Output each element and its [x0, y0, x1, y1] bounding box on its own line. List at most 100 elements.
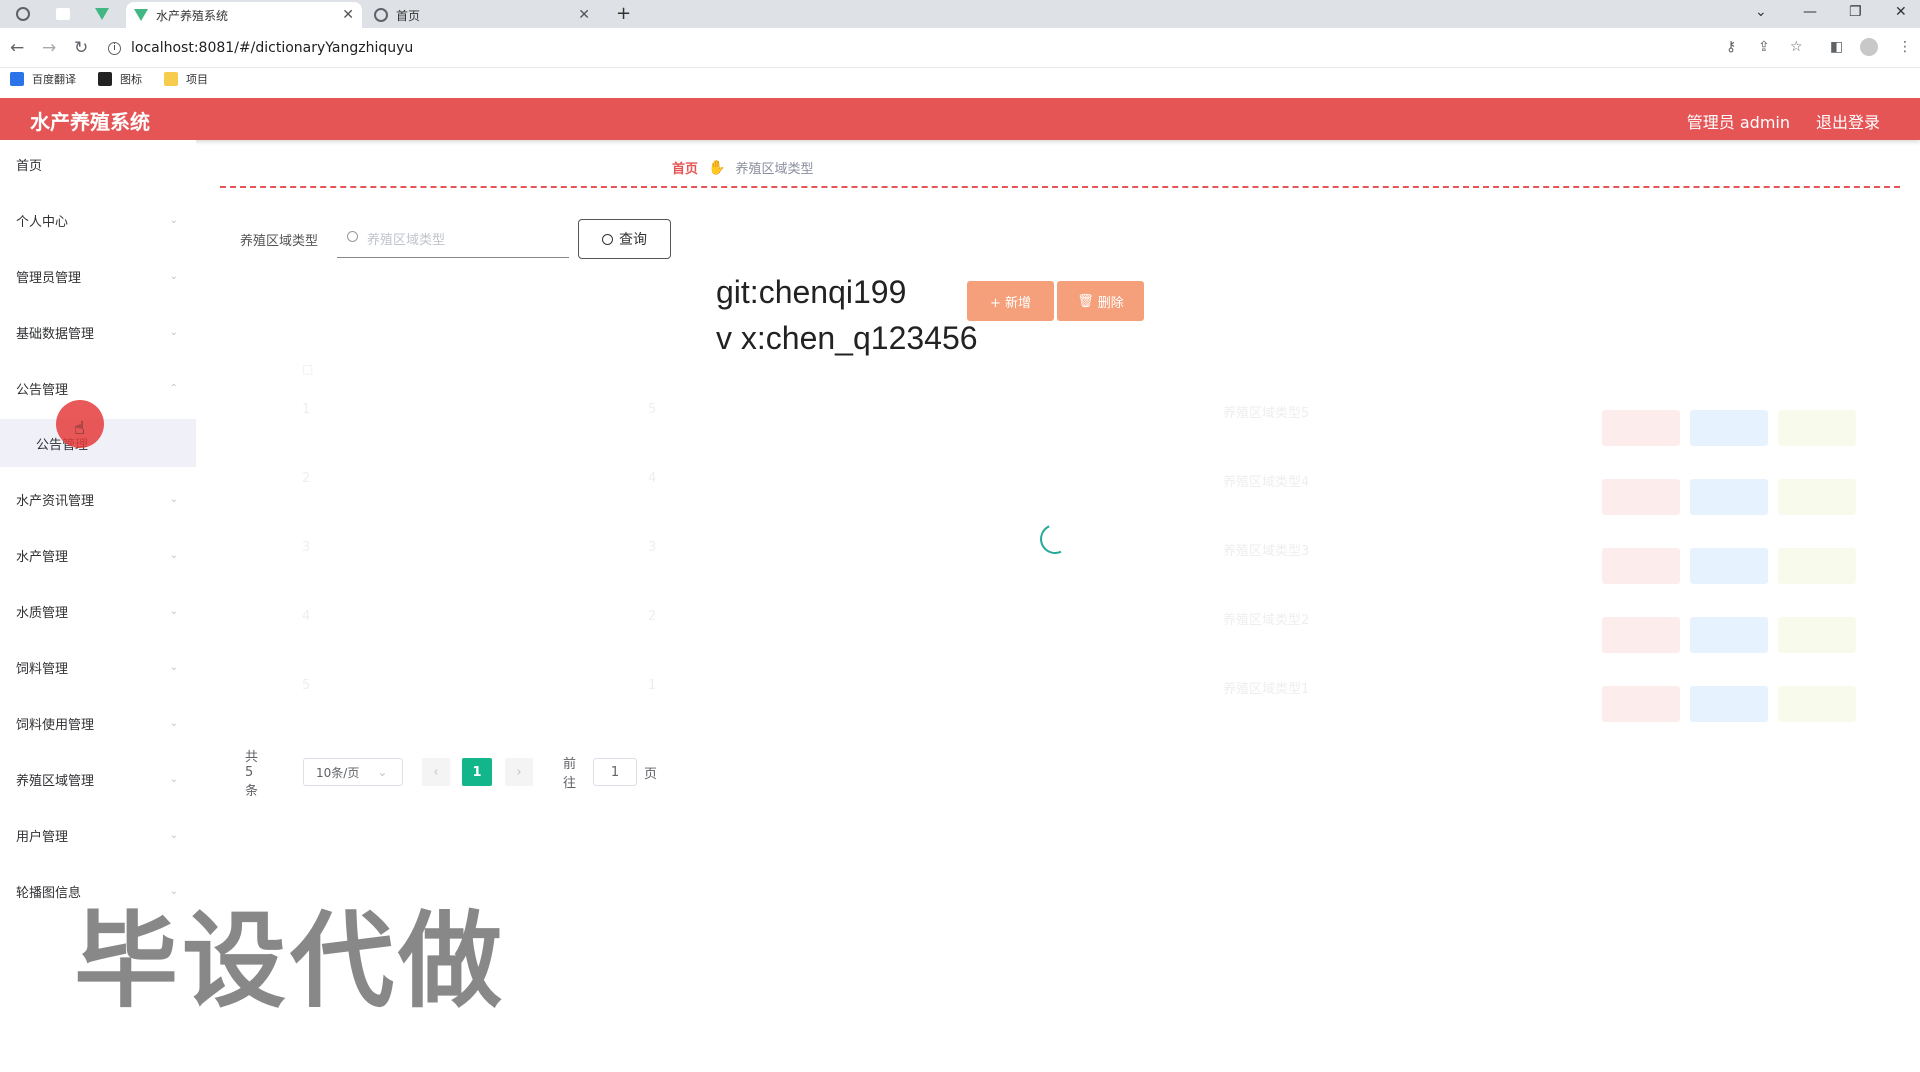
edit-button[interactable]: [1690, 548, 1768, 584]
info-icon[interactable]: i: [108, 41, 121, 55]
row-name: 养殖区域类型2: [1223, 613, 1310, 628]
bookmark-label: 项目: [186, 73, 208, 86]
row-delete-button[interactable]: [1778, 548, 1856, 584]
close-icon[interactable]: ✕: [578, 7, 590, 23]
bookmark-icons[interactable]: 图标: [98, 71, 142, 87]
current-user: 管理员 admin: [1686, 113, 1790, 132]
detail-button[interactable]: [1602, 548, 1680, 584]
sidebar-item-farming-area[interactable]: 养殖区域管理 ⌄: [0, 755, 196, 803]
sidebar-item-label: 轮播图信息: [16, 885, 82, 901]
address-bar: ← → ↻ i localhost:8081/#/dictionaryYangz…: [0, 28, 1920, 68]
profile-icon[interactable]: [1860, 38, 1878, 56]
chevron-down-icon: ⌄: [169, 214, 178, 226]
add-button[interactable]: + 新增: [967, 281, 1054, 321]
restore-icon[interactable]: ❐: [1849, 4, 1862, 20]
edit-button[interactable]: [1690, 410, 1768, 446]
table-row[interactable]: 5 1 养殖区域类型1: [220, 666, 1900, 735]
sidebar-item-label: 基础数据管理: [16, 326, 95, 342]
logout-link[interactable]: 退出登录: [1816, 109, 1880, 133]
search-icon: [347, 231, 358, 242]
delete-button[interactable]: 🗑 删除: [1057, 281, 1144, 321]
detail-button[interactable]: [1602, 686, 1680, 722]
sidebar-item-admins[interactable]: 管理员管理 ⌄: [0, 252, 196, 300]
row-delete-button[interactable]: [1778, 479, 1856, 515]
close-icon[interactable]: ✕: [342, 7, 354, 23]
add-button-label: + 新增: [989, 295, 1032, 311]
detail-button[interactable]: [1602, 479, 1680, 515]
search-placeholder: 养殖区域类型: [367, 233, 446, 248]
total-count: 共 5 条: [245, 749, 259, 799]
row-code: 1: [648, 678, 657, 693]
sidebar-item-profile[interactable]: 个人中心 ⌄: [0, 196, 196, 244]
prev-page-button[interactable]: ‹: [422, 758, 450, 786]
search-input[interactable]: 养殖区域类型: [337, 220, 569, 258]
page-size-select[interactable]: 10条/页 ⌄: [303, 758, 403, 786]
sidebar-item-label: 个人中心: [16, 214, 69, 230]
url-field[interactable]: i localhost:8081/#/dictionaryYangzhiquyu: [108, 34, 1708, 62]
row-code: 3: [648, 540, 657, 555]
back-icon[interactable]: ←: [10, 38, 24, 58]
row-name: 养殖区域类型4: [1223, 475, 1310, 490]
query-button-label: 查询: [619, 232, 647, 248]
browser-tab-bar: 水产养殖系统 ✕ 首页 ✕ + ⌄ — ❐ ✕: [0, 0, 1920, 28]
sidebar-item-feed-usage[interactable]: 饲料使用管理 ⌄: [0, 699, 196, 747]
delete-button-label: 删除: [1097, 295, 1124, 311]
row-delete-button[interactable]: [1778, 617, 1856, 653]
bookmark-translate[interactable]: 百度翻译: [10, 71, 76, 87]
row-name: 养殖区域类型1: [1223, 682, 1310, 697]
header-checkbox-col: □: [302, 362, 314, 376]
search-label: 养殖区域类型: [240, 234, 319, 249]
goto-suffix: 页: [644, 766, 658, 782]
next-page-button[interactable]: ›: [505, 758, 533, 786]
sidepanel-icon[interactable]: ◧: [1830, 39, 1843, 55]
sidebar-item-aquatic[interactable]: 水产管理 ⌄: [0, 531, 196, 579]
detail-button[interactable]: [1602, 410, 1680, 446]
table-row[interactable]: 4 2 养殖区域类型2: [220, 597, 1900, 666]
sidebar-item-home[interactable]: 首页: [0, 140, 196, 188]
sidebar-item-aquatic-news[interactable]: 水产资讯管理 ⌄: [0, 475, 196, 523]
share-icon[interactable]: ⇪: [1758, 39, 1770, 55]
chevron-down-icon: ⌄: [169, 717, 178, 729]
globe-icon[interactable]: [16, 7, 30, 21]
tab-search-icon[interactable]: ⌄: [1755, 4, 1767, 20]
edit-button[interactable]: [1690, 617, 1768, 653]
edit-button[interactable]: [1690, 479, 1768, 515]
chevron-down-icon: ⌄: [169, 326, 178, 338]
menu-dots-icon[interactable]: ⋮: [1898, 39, 1912, 55]
chevron-down-icon: ⌄: [377, 765, 388, 779]
tab-active[interactable]: 水产养殖系统 ✕: [126, 2, 362, 28]
detail-button[interactable]: [1602, 617, 1680, 653]
sidebar-item-label: 公告管理: [16, 382, 69, 398]
row-index: 5: [302, 678, 311, 693]
sidebar-item-label: 水产管理: [16, 549, 69, 565]
sidebar-item-water-quality[interactable]: 水质管理 ⌄: [0, 587, 196, 635]
table-header: □: [220, 350, 1900, 390]
row-code: 2: [648, 609, 657, 624]
sidebar-item-notices[interactable]: 公告管理 ⌃: [0, 364, 196, 412]
divider: [220, 186, 1900, 188]
row-delete-button[interactable]: [1778, 686, 1856, 722]
star-icon[interactable]: ☆: [1790, 39, 1803, 55]
breadcrumb-home[interactable]: 首页: [672, 158, 698, 177]
table-row[interactable]: 1 5 养殖区域类型5: [220, 390, 1900, 459]
key-icon[interactable]: ⚷: [1726, 39, 1736, 55]
tab-home[interactable]: 首页 ✕: [366, 2, 598, 28]
globe-icon: [374, 8, 388, 22]
page-1[interactable]: 1: [462, 758, 492, 786]
forward-icon[interactable]: →: [42, 38, 56, 58]
goto-page-input[interactable]: 1: [593, 758, 637, 786]
vue-logo-icon[interactable]: [95, 8, 109, 20]
new-tab-button[interactable]: +: [616, 3, 631, 24]
close-window-icon[interactable]: ✕: [1895, 4, 1907, 20]
bookmark-project[interactable]: 项目: [164, 71, 208, 87]
query-button[interactable]: 查询: [578, 219, 671, 259]
edit-button[interactable]: [1690, 686, 1768, 722]
sidebar-item-users[interactable]: 用户管理 ⌄: [0, 811, 196, 859]
reload-icon[interactable]: ↻: [74, 38, 88, 58]
sidebar-item-basic-data[interactable]: 基础数据管理 ⌄: [0, 308, 196, 356]
minimize-icon[interactable]: —: [1803, 4, 1817, 20]
blank-tab-icon[interactable]: [56, 8, 70, 20]
sidebar-item-feed[interactable]: 饲料管理 ⌄: [0, 643, 196, 691]
row-delete-button[interactable]: [1778, 410, 1856, 446]
table-row[interactable]: 2 4 养殖区域类型4: [220, 459, 1900, 528]
